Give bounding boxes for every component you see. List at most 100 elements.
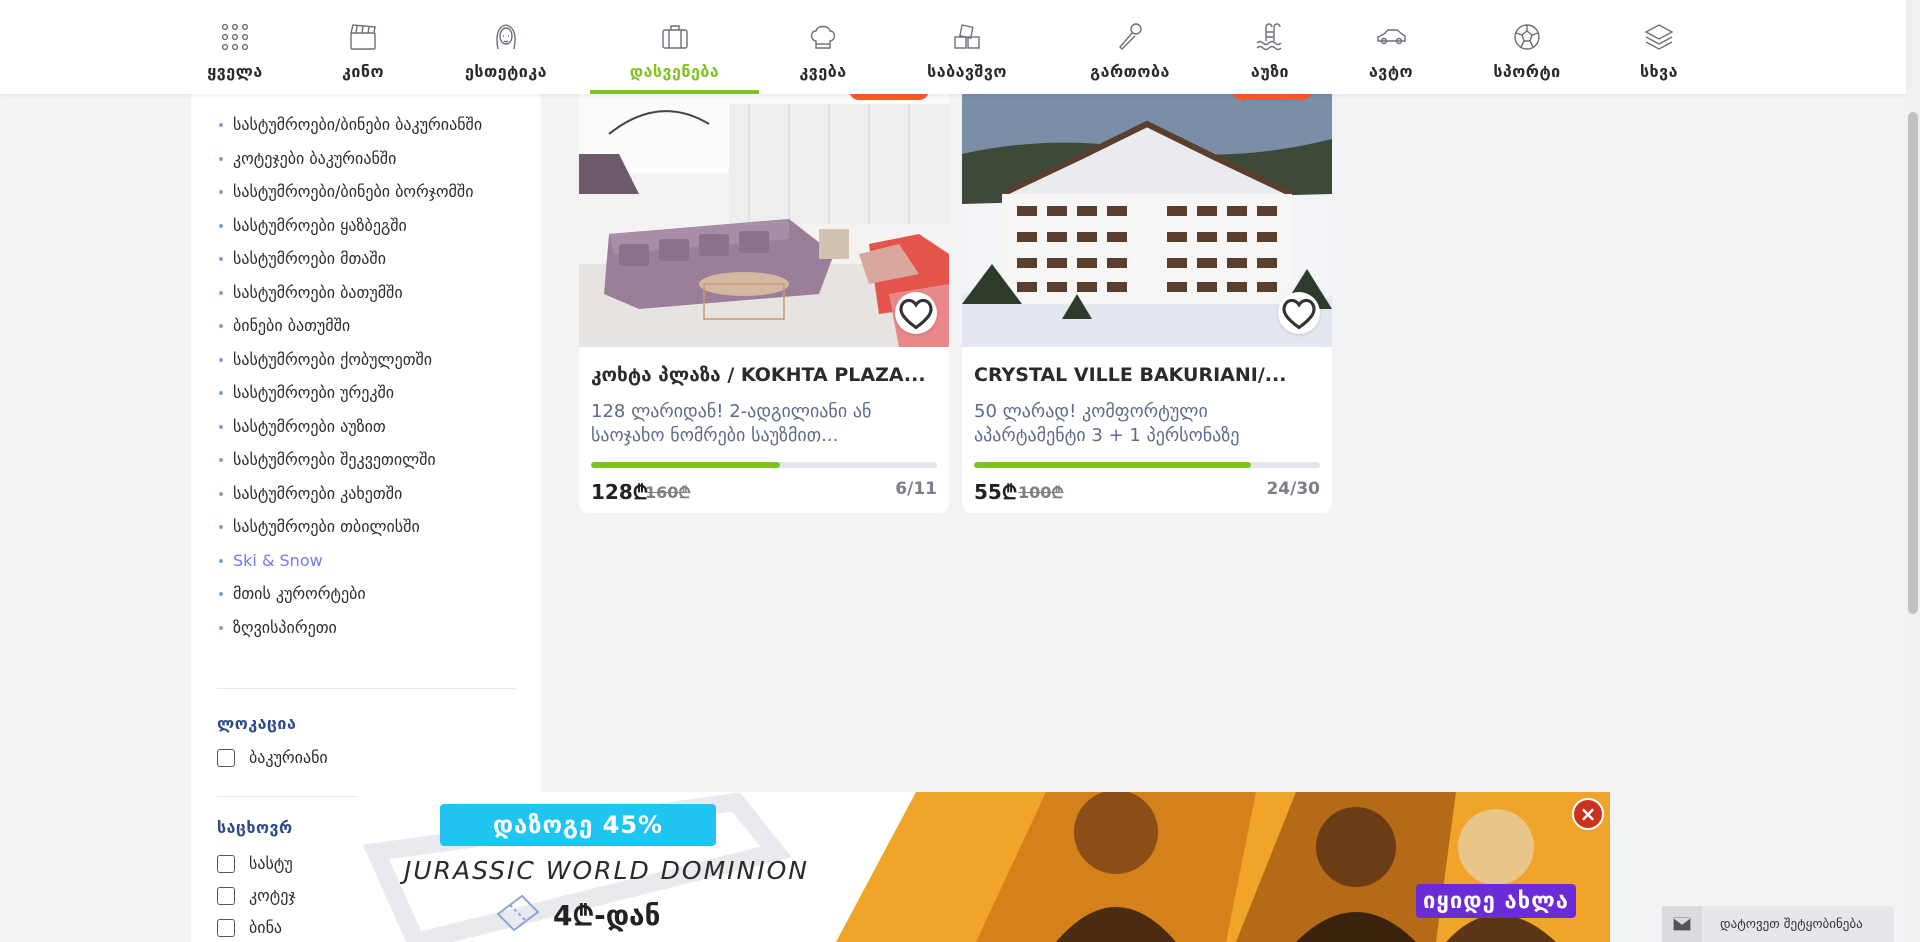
discount-badge	[1232, 94, 1312, 100]
nav-label: ესთეტიკა	[464, 62, 548, 81]
accommodation-filter-title: საცხოვრ	[217, 818, 293, 837]
checkbox[interactable]	[217, 854, 235, 873]
checkbox-label: სასტუ	[249, 854, 293, 873]
checkbox[interactable]	[217, 886, 235, 905]
nav-label: აუზი	[1250, 62, 1290, 81]
nav-item-all[interactable]: ყველა	[200, 0, 270, 94]
ticket-icon	[496, 894, 540, 932]
chef-hat-icon	[805, 20, 841, 54]
favorite-button[interactable]	[1278, 292, 1320, 334]
nav-item-cinema[interactable]: კინო	[336, 0, 390, 94]
ticket-price: 4₾-დან	[553, 899, 661, 932]
category-link[interactable]: სასტუმროები/ბინები ბორჯომში	[217, 181, 527, 202]
offer-price: 128₾	[591, 480, 649, 504]
category-nav: ყველა კინო ესთეტიკა დასვენება კვება საბა…	[0, 0, 1906, 94]
discount-badge	[849, 94, 929, 100]
offer-old-price: 100₾	[1018, 483, 1064, 502]
category-link[interactable]: კოტეჯები ბაკურიანში	[217, 148, 527, 169]
accommodation-checkbox[interactable]: სასტუ	[217, 854, 301, 873]
offer-image	[962, 94, 1332, 347]
offer-old-price: 160₾	[645, 483, 691, 502]
progress-fill	[591, 462, 780, 468]
nav-item-kids[interactable]: საბავშვო	[922, 0, 1012, 94]
offer-card[interactable]: კოხტა პლაზა / KOKHTA PLAZA... 128 ლარიდა…	[579, 94, 949, 513]
checkbox-label: კოტეჯ	[249, 886, 296, 905]
offer-title[interactable]: კოხტა პლაზა / KOKHTA PLAZA...	[591, 364, 937, 386]
checkbox-label: ბინა	[249, 918, 283, 937]
category-link[interactable]: ზღვისპირეთი	[217, 617, 527, 638]
buy-now-button[interactable]: იყიდე ახლა	[1416, 884, 1576, 918]
envelope-icon	[1662, 906, 1702, 942]
discount-pill: დაზოგე 45%	[440, 804, 716, 846]
sold-count: 6/11	[895, 479, 937, 499]
leave-message-widget[interactable]: დატოვეთ შეტყობინება	[1662, 906, 1894, 942]
category-link[interactable]: სასტუმროები/ბინები ბაკურიანში	[217, 114, 527, 135]
progress-fill	[974, 462, 1251, 468]
active-tab-indicator	[590, 90, 759, 94]
nav-item-aesthetics[interactable]: ესთეტიკა	[458, 0, 554, 94]
heart-icon	[899, 298, 933, 329]
category-link[interactable]: მთის კურორტები	[217, 583, 527, 604]
offer-price: 55₾	[974, 480, 1018, 504]
movie-ad-banner[interactable]: დაზოგე 45% JURASSIC WORLD DOMINION 4₾-და…	[356, 792, 1610, 942]
checkbox[interactable]	[217, 918, 235, 937]
nav-item-auto[interactable]: ავტო	[1366, 0, 1416, 94]
sales-progress-bar	[591, 462, 937, 468]
offer-description: 128 ლარიდან! 2-ადგილიანი ან საოჯახო ნომრ…	[591, 401, 872, 446]
layers-icon	[1641, 20, 1677, 54]
nav-label: ყველა	[207, 62, 263, 81]
car-icon	[1373, 20, 1409, 54]
favorite-button[interactable]	[895, 292, 937, 334]
category-link[interactable]: სასტუმროები შეკვეთილში	[217, 449, 527, 470]
category-link[interactable]: სასტუმროები ყაზბეგში	[217, 215, 527, 236]
location-checkbox-bakuriani[interactable]: ბაკურიანი	[217, 748, 328, 767]
category-list: სასტუმროები/ბინები ბაკურიანში კოტეჯები ბ…	[217, 114, 527, 650]
offer-image	[579, 94, 949, 347]
category-link[interactable]: სასტუმროები ქობულეთში	[217, 349, 527, 370]
checkbox-label: ბაკურიანი	[249, 748, 328, 767]
category-link[interactable]: სასტუმროები მთაში	[217, 248, 527, 269]
clapperboard-icon	[345, 20, 381, 54]
sales-progress-bar	[974, 462, 1320, 468]
heart-icon	[1282, 298, 1316, 329]
nav-item-sport[interactable]: სპორტი	[1490, 0, 1564, 94]
movie-title: JURASSIC WORLD DOMINION	[404, 856, 809, 885]
nav-item-pool[interactable]: აუზი	[1248, 0, 1292, 94]
woman-face-icon	[488, 20, 524, 54]
category-link[interactable]: ბინები ბათუმში	[217, 315, 527, 336]
suitcase-icon	[657, 20, 693, 54]
location-filter-title: ლოკაცია	[217, 714, 297, 733]
leave-message-label: დატოვეთ შეტყობინება	[1720, 916, 1863, 932]
nav-label: ავტო	[1368, 62, 1414, 81]
toy-blocks-icon	[949, 20, 985, 54]
nav-label: სპორტი	[1493, 62, 1561, 81]
close-banner-button[interactable]: ×	[1572, 798, 1604, 830]
nav-label: კვება	[799, 62, 847, 81]
category-link[interactable]: სასტუმროები ურეკში	[217, 382, 527, 403]
nav-item-vacation[interactable]: დასვენება	[590, 0, 759, 94]
category-link[interactable]: სასტუმროები აუზით	[217, 416, 527, 437]
nav-item-entertainment[interactable]: გართობა	[1085, 0, 1175, 94]
accommodation-checkbox[interactable]: კოტეჯ	[217, 886, 301, 905]
ball-icon	[1509, 20, 1545, 54]
category-link[interactable]: სასტუმროები თბილისში	[217, 516, 527, 537]
nav-label: დასვენება	[629, 62, 720, 81]
microphone-icon	[1112, 20, 1148, 54]
pool-icon	[1252, 20, 1288, 54]
nav-label: კინო	[341, 62, 385, 81]
scrollbar-thumb[interactable]	[1908, 112, 1918, 614]
checkbox[interactable]	[217, 748, 235, 767]
sold-count: 24/30	[1266, 479, 1320, 499]
nav-label: სხვა	[1639, 62, 1679, 81]
offer-title[interactable]: CRYSTAL VILLE BAKURIANI/...	[974, 364, 1320, 386]
accommodation-checkbox[interactable]: ბინა	[217, 918, 301, 937]
nav-label: საბავშვო	[927, 62, 1007, 81]
category-link[interactable]: სასტუმროები ბათუმში	[217, 282, 527, 303]
grid-icon	[217, 20, 253, 54]
category-link-active[interactable]: Ski & Snow	[217, 550, 527, 571]
category-link[interactable]: სასტუმროები კახეთში	[217, 483, 527, 504]
nav-item-food[interactable]: კვება	[798, 0, 848, 94]
offer-card[interactable]: CRYSTAL VILLE BAKURIANI/... 50 ლარად! კო…	[962, 94, 1332, 513]
nav-item-other[interactable]: სხვა	[1637, 0, 1681, 94]
nav-label: გართობა	[1090, 62, 1170, 81]
